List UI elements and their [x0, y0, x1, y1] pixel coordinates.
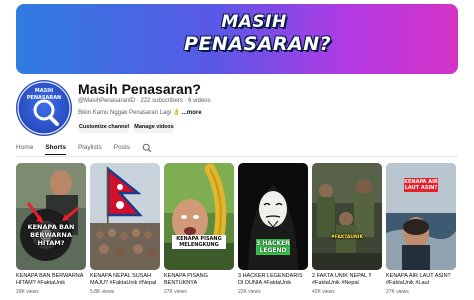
view-count: 5.8K views	[90, 289, 115, 295]
tabs-divider	[16, 156, 458, 157]
more-link[interactable]: ...more	[182, 110, 202, 116]
short-card[interactable]: 3 HACKER LEGEND 3 HACKER LEGENDARIS DI D…	[238, 163, 308, 295]
view-count: 22K views	[238, 289, 261, 295]
view-count: 29K views	[16, 289, 39, 295]
video-count: 6 videos	[188, 98, 211, 104]
thumbnail-caption: KENAPA PISANG MELENGKUNG	[172, 235, 226, 249]
customize-channel-button[interactable]: Customize channel	[78, 121, 130, 133]
short-title[interactable]: KENAPA BAN BERWARNA HITAM? #FaktaUnik	[16, 273, 86, 287]
channel-avatar[interactable]: MASIH PENASARAN	[16, 80, 72, 136]
thumbnail-caption: #FAKTAUNIK	[331, 235, 363, 240]
short-card[interactable]: #FAKTAUNIK 2 FAKTA UNIK NEPAL !! #FaktaU…	[312, 163, 382, 295]
tab-shorts[interactable]: Shorts	[45, 144, 66, 155]
magnifier-logo-icon: MASIH PENASARAN	[17, 81, 71, 135]
short-thumbnail[interactable]: KENAPA AIR LAUT ASIN?	[386, 163, 456, 270]
short-card[interactable]: KENAPA NEPAL SUSAH MAJU? #FaktaUnik #Nep…	[90, 163, 160, 295]
thumbnail-caption: KENAPA BAN BERWARNA HITAM?	[27, 223, 75, 247]
short-thumbnail[interactable]: KENAPA PISANG MELENGKUNG	[164, 163, 234, 270]
tab-home[interactable]: Home	[16, 144, 33, 154]
short-title[interactable]: 3 HACKER LEGENDARIS DI DUNIA #FaktaUnik	[238, 273, 308, 287]
short-thumbnail[interactable]: KENAPA BAN BERWARNA HITAM?	[16, 163, 86, 270]
channel-handle: @MasihPenasaranID	[78, 98, 136, 104]
search-icon[interactable]	[142, 143, 152, 153]
svg-text:MASIH: MASIH	[35, 88, 54, 94]
channel-name: Masih Penasaran?	[78, 81, 201, 97]
banner-title: MASIH PENASARAN?	[184, 12, 332, 55]
channel-meta: @MasihPenasaranID · 222 subscribers · 6 …	[78, 98, 211, 104]
subscriber-count: 222 subscribers	[140, 98, 183, 104]
short-title[interactable]: KENAPA PISANG BENTUKNYA MELENGKUNG?	[164, 273, 234, 287]
short-title[interactable]: KENAPA NEPAL SUSAH MAJU? #FaktaUnik #Nep…	[90, 273, 160, 287]
short-card[interactable]: KENAPA AIR LAUT ASIN? KENAPA AIR LAUT AS…	[386, 163, 456, 295]
manage-videos-button[interactable]: Manage videos	[133, 121, 175, 133]
short-thumbnail[interactable]	[90, 163, 160, 270]
short-card[interactable]: KENAPA PISANG MELENGKUNG KENAPA PISANG B…	[164, 163, 234, 295]
short-thumbnail[interactable]: #FAKTAUNIK	[312, 163, 382, 270]
short-thumbnail[interactable]: 3 HACKER LEGEND	[238, 163, 308, 270]
short-title[interactable]: KENAPA AIR LAUT ASIN? #FaktaUnik #Laut	[386, 273, 456, 287]
short-title[interactable]: 2 FAKTA UNIK NEPAL !! #FaktaUnik #Nepal	[312, 273, 382, 287]
thumbnail-caption: 3 HACKER LEGEND	[256, 239, 290, 255]
tab-posts[interactable]: Posts	[114, 144, 130, 154]
short-card[interactable]: KENAPA BAN BERWARNA HITAM? KENAPA BAN BE…	[16, 163, 86, 295]
channel-banner: MASIH PENASARAN?	[16, 4, 458, 74]
channel-description[interactable]: Bikin Kamu Nggak Penasaran Lagi 👌 ...mor…	[78, 109, 202, 116]
view-count: 42K views	[312, 289, 335, 295]
tab-playlists[interactable]: Playlists	[78, 144, 102, 154]
svg-text:PENASARAN: PENASARAN	[27, 95, 62, 101]
view-count: 27K views	[164, 289, 187, 295]
channel-tabs: Home Shorts Playlists Posts	[16, 142, 152, 156]
thumbnail-caption: KENAPA AIR LAUT ASIN?	[404, 178, 438, 192]
view-count: 27K views	[386, 289, 409, 295]
